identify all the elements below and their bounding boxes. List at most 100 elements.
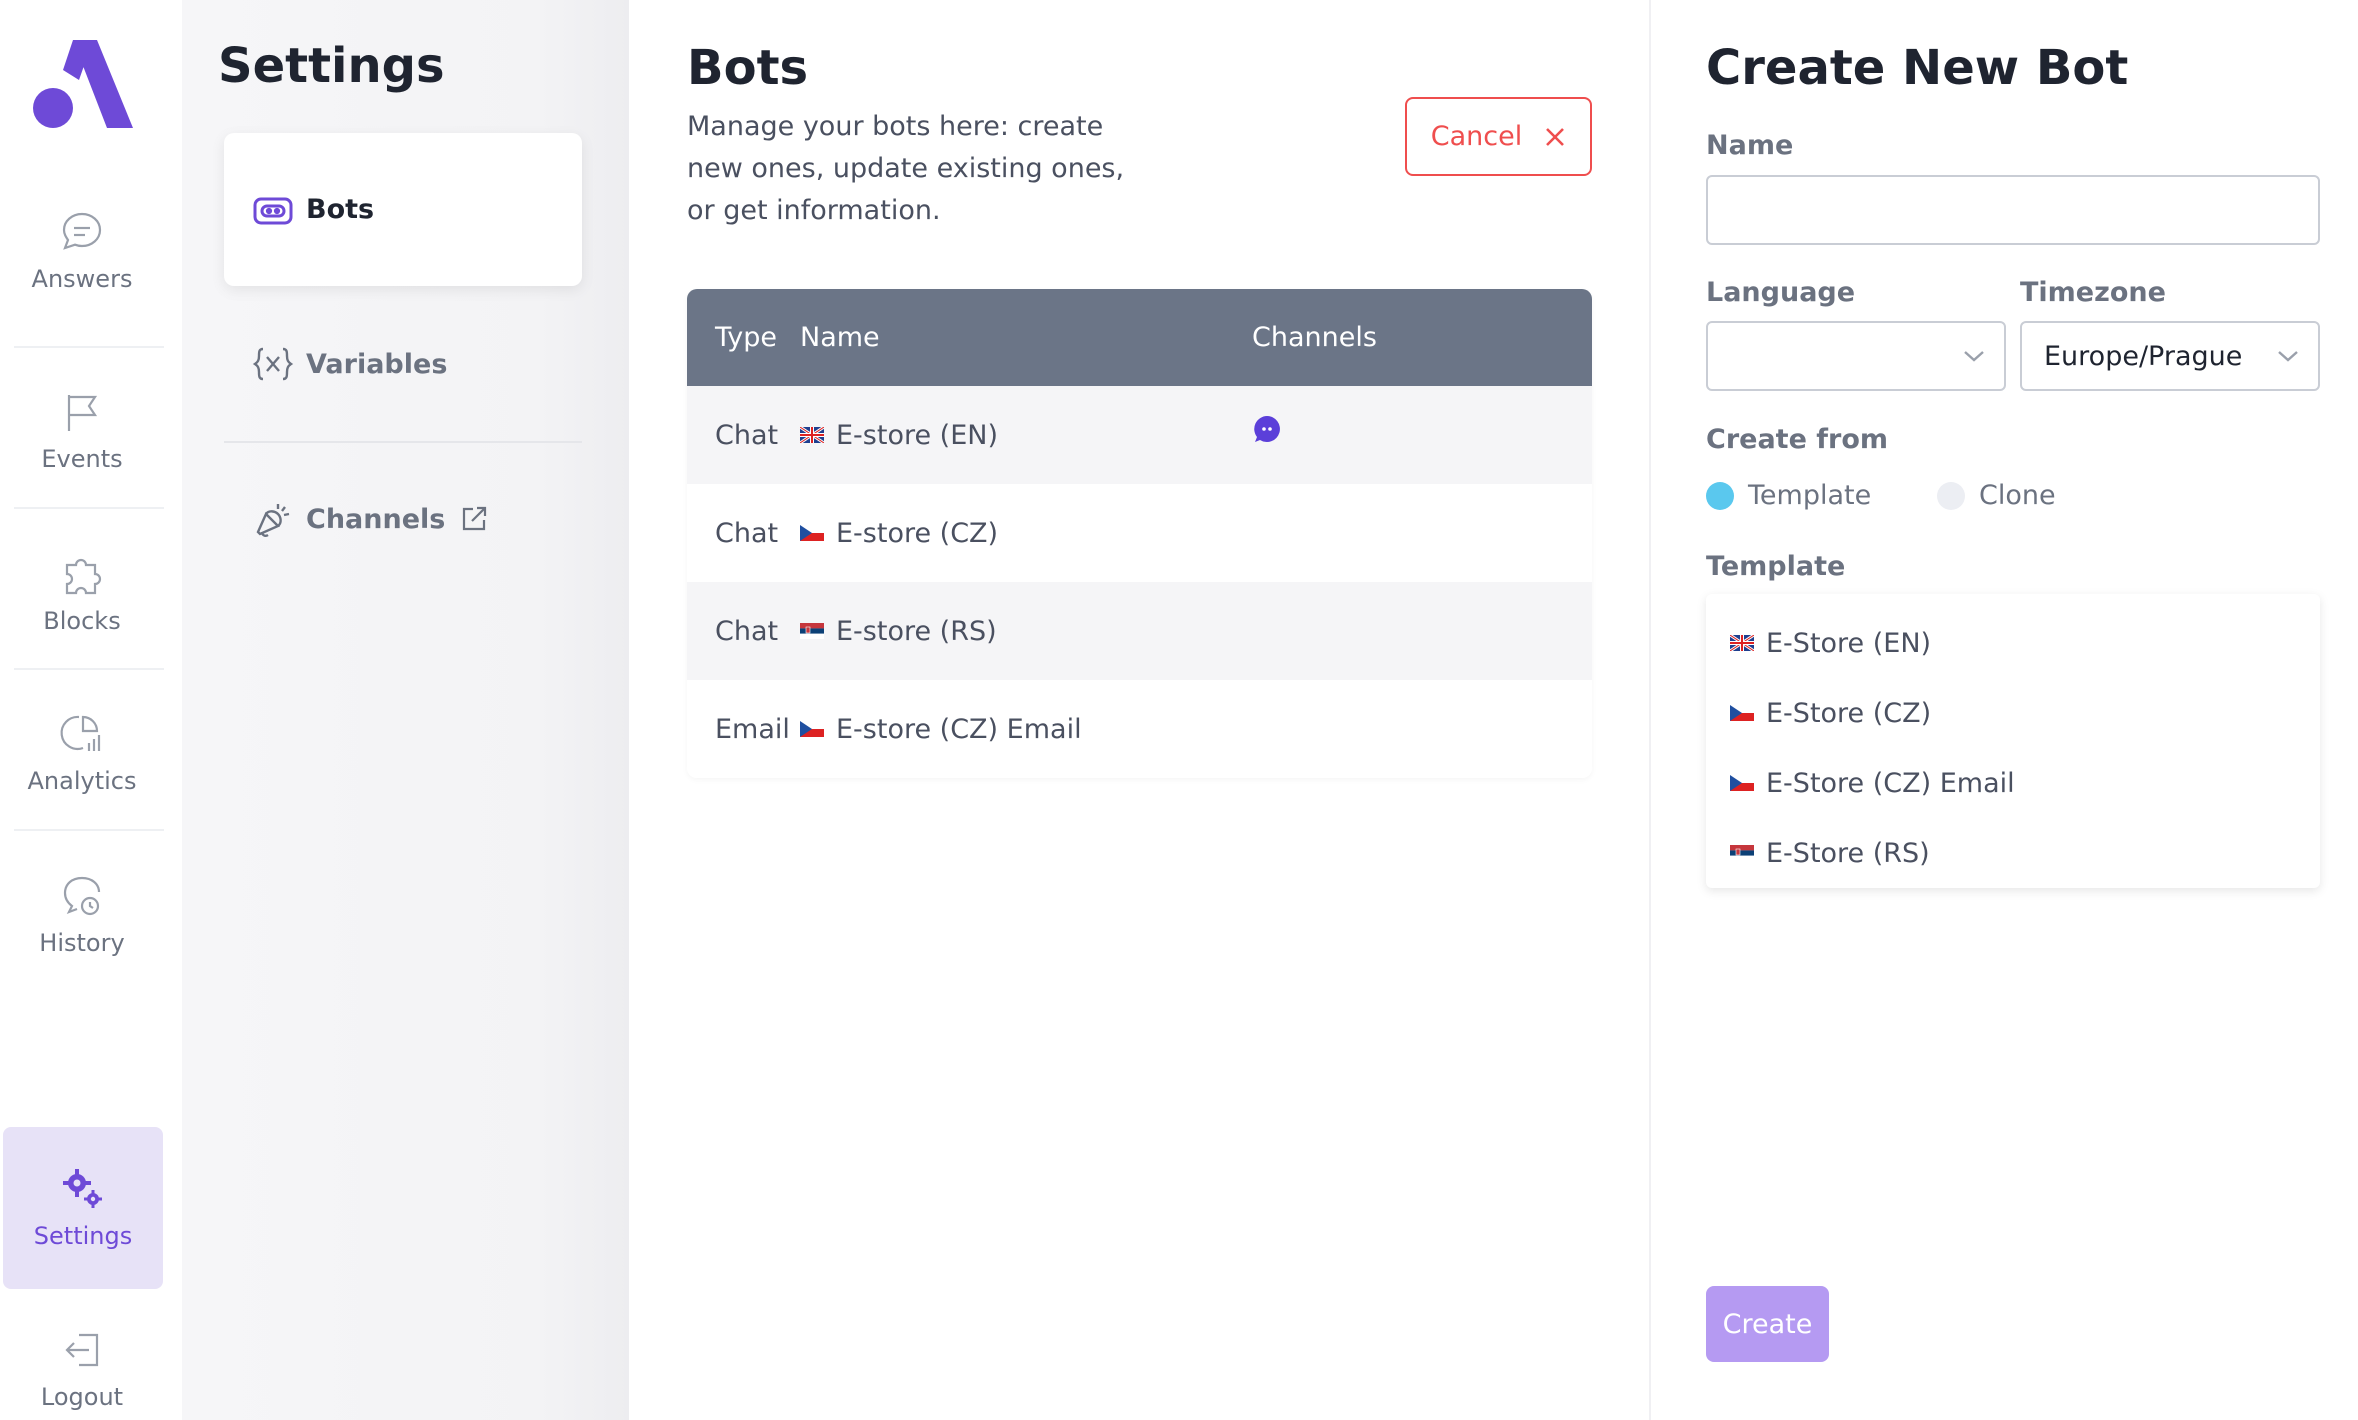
cell-channels [1252,415,1592,451]
template-option-label: E-Store (CZ) Email [1766,767,2015,799]
cell-name: E-store (RS) [800,616,1252,647]
template-list: E-Store (EN) E-Store (CZ) E-Store (CZ) E… [1706,594,2320,888]
language-label: Language [1706,277,1856,308]
bots-panel: Bots Manage your bots here: create new o… [629,0,1649,1420]
flag-icon [67,395,98,431]
template-option-label: E-Store (EN) [1766,627,1932,659]
settings-item-variables-label: Variables [306,348,448,380]
cell-type: Email [715,713,790,745]
nav-events[interactable]: Events [0,350,164,512]
cancel-button-label: Cancel [1430,121,1523,152]
create-button[interactable]: Create [1706,1286,1829,1362]
logout-icon [65,1333,99,1367]
history-icon [63,876,101,916]
gears-icon [63,1169,102,1208]
table-row[interactable]: Chat E-store (RS) [687,582,1592,680]
variables-icon [252,347,294,381]
flag-cz-icon [1730,775,1754,791]
close-icon [1546,127,1565,146]
nav-answers-label: Answers [31,265,133,293]
bot-name: E-store (RS) [836,615,997,647]
settings-item-bots[interactable]: Bots [224,133,582,286]
radio-template-dot [1706,481,1734,510]
timezone-select[interactable]: Europe/Prague [2020,321,2320,391]
subnav-divider [224,441,582,443]
radio-template[interactable]: Template [1706,480,1871,511]
column-header-type[interactable]: Type [687,322,800,353]
column-header-name[interactable]: Name [800,322,1252,353]
nav-divider [14,668,164,670]
column-header-channels[interactable]: Channels [1252,322,1592,353]
radio-clone-dot [1937,481,1965,510]
table-header: Type Name Channels [687,289,1592,386]
nav-history-label: History [39,929,125,957]
nav-history[interactable]: History [0,834,164,996]
settings-item-variables[interactable]: Variables [252,343,447,385]
bots-table: Type Name Channels Chat E-store (EN) Cha… [687,289,1592,778]
table-row[interactable]: Chat E-store (EN) [687,386,1592,484]
nav-blocks-label: Blocks [43,607,121,635]
flag-cz-icon [800,721,824,737]
nav-events-label: Events [41,445,123,473]
flag-gb-icon [1730,635,1754,651]
chevron-down-icon [2278,351,2298,362]
create-from-label: Create from [1706,424,1889,455]
analytics-icon [60,715,101,751]
table-row[interactable]: Chat E-store (CZ) [687,484,1592,582]
cell-type: Chat [715,615,779,647]
chevron-down-icon [1964,351,1984,362]
flag-cz-icon [1730,705,1754,721]
nav-divider [14,507,164,509]
cancel-button[interactable]: Cancel [1405,97,1592,176]
create-bot-title: Create New Bot [1706,40,2129,96]
nav-blocks[interactable]: Blocks [0,512,164,674]
external-link-icon [463,506,487,531]
cell-name: E-store (EN) [800,420,1252,451]
nav-analytics[interactable]: Analytics [0,672,164,834]
bot-name: E-store (CZ) [836,517,999,549]
template-option[interactable]: E-Store (CZ) Email [1706,748,2320,818]
template-option-label: E-Store (RS) [1766,837,1930,869]
megaphone-icon [256,504,290,537]
radio-clone[interactable]: Clone [1937,480,2056,511]
flag-rs-icon [800,623,824,639]
bot-icon [253,197,293,224]
nav-answers[interactable]: Answers [0,170,164,332]
template-option[interactable]: E-Store (RS) [1706,818,2320,888]
settings-title: Settings [218,38,445,94]
table-row[interactable]: Email E-store (CZ) Email [687,680,1592,778]
settings-item-channels[interactable]: Channels [252,498,489,540]
timezone-label: Timezone [2020,277,2166,308]
chat-bubble-icon [62,212,102,250]
cell-name: E-store (CZ) [800,518,1252,549]
main-nav-rail: Answers Events Blocks Analytics History [0,0,182,1420]
bot-name: E-store (CZ) Email [836,713,1082,745]
cell-name: E-store (CZ) Email [800,714,1252,745]
nav-divider [14,829,164,831]
template-option[interactable]: E-Store (CZ) [1706,678,2320,748]
page-description: Manage your bots here: create new ones, … [687,111,1125,226]
template-label: Template [1706,551,1846,582]
timezone-value: Europe/Prague [2044,340,2243,372]
nav-logout[interactable]: Logout [0,1288,164,1420]
settings-subnav: Settings Bots Variables Channels [182,0,629,1420]
template-option-label: E-Store (CZ) [1766,697,1932,729]
bot-name: E-store (EN) [836,419,998,451]
nav-settings-label: Settings [33,1222,133,1250]
nav-settings[interactable]: Settings [3,1127,163,1289]
create-bot-panel: Create New Bot Name Language Timezone Eu… [1649,0,2358,1420]
flag-rs-icon [1730,845,1754,861]
page-title: Bots [687,40,809,96]
app-logo[interactable] [33,40,133,128]
template-option[interactable]: E-Store (EN) [1706,608,2320,678]
flag-gb-icon [800,427,824,443]
settings-item-channels-label: Channels [306,503,446,535]
flag-cz-icon [800,525,824,541]
name-input[interactable] [1706,175,2320,245]
nav-divider [14,346,164,348]
language-select[interactable] [1706,321,2006,391]
name-label: Name [1706,130,1794,161]
nav-analytics-label: Analytics [27,767,137,795]
nav-logout-label: Logout [40,1383,124,1411]
puzzle-icon [65,558,102,595]
